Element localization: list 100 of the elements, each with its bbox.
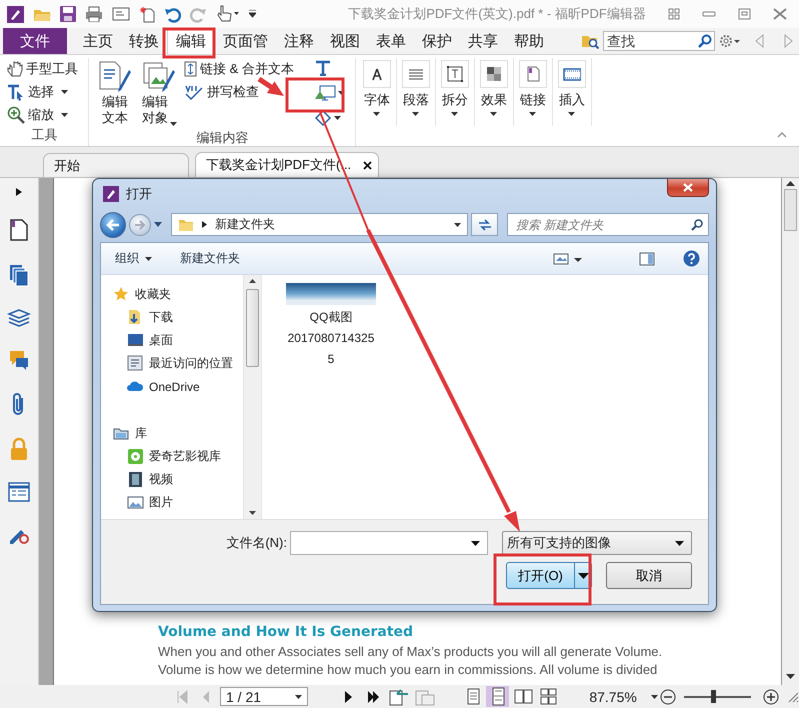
edit-text-icon bbox=[97, 60, 133, 94]
menu-tab[interactable]: 转换 bbox=[121, 28, 167, 54]
scroll-up-icon[interactable] bbox=[249, 279, 256, 283]
zoom-slider-thumb[interactable] bbox=[710, 690, 716, 702]
navigation-item[interactable]: 爱奇艺影视库 bbox=[101, 445, 221, 468]
ribbon-button[interactable]: 编辑对象 bbox=[138, 58, 180, 128]
scrollbar-thumb[interactable] bbox=[784, 189, 797, 231]
cancel-button[interactable]: 取消 bbox=[606, 562, 692, 589]
ribbon-button[interactable]: 手型工具 bbox=[5, 58, 84, 80]
desktop-icon bbox=[127, 332, 144, 349]
settings-icon[interactable] bbox=[719, 34, 741, 48]
toolbar-button[interactable]: 组织 bbox=[115, 250, 152, 267]
menu-tab[interactable]: 表单 bbox=[368, 28, 414, 54]
navigation-item[interactable]: 桌面 bbox=[101, 329, 173, 352]
file-name[interactable]: QQ截图20170807143255 bbox=[287, 307, 375, 370]
film-icon bbox=[127, 471, 144, 488]
group-label: 编辑内容 bbox=[195, 129, 250, 147]
minimize-icon[interactable] bbox=[702, 10, 716, 18]
page-icon[interactable] bbox=[9, 218, 29, 242]
app-logo-icon bbox=[7, 6, 24, 22]
ribbon-button[interactable]: 链接 & 合并文本 bbox=[182, 58, 300, 80]
menu-tab[interactable]: 页面管 bbox=[215, 28, 276, 54]
collapse-ribbon-icon[interactable] bbox=[777, 132, 787, 138]
navigation-item[interactable]: 下载 bbox=[101, 306, 173, 329]
menu-tab[interactable]: 视图 bbox=[322, 28, 368, 54]
toolbar-button[interactable]: 新建文件夹 bbox=[180, 250, 240, 267]
new-document-icon[interactable] bbox=[139, 6, 155, 22]
refresh-button[interactable] bbox=[471, 213, 498, 236]
menu-tab[interactable]: 文件 bbox=[3, 28, 67, 54]
search-field[interactable]: 搜索 新建文件夹 bbox=[507, 213, 709, 236]
document-tab[interactable]: 开始 bbox=[43, 153, 189, 177]
back-button[interactable] bbox=[100, 212, 126, 238]
forward-button[interactable] bbox=[129, 214, 151, 236]
app-logo-icon bbox=[103, 186, 119, 202]
ribbon-button[interactable]: 效果 bbox=[474, 58, 514, 126]
help-icon[interactable] bbox=[683, 250, 700, 267]
dropdown-caret-icon bbox=[471, 540, 480, 546]
previous-view-icon[interactable] bbox=[389, 688, 410, 706]
navigation-item[interactable]: 库 bbox=[101, 422, 147, 445]
refresh-icon bbox=[478, 218, 492, 230]
resize-grip-icon[interactable] bbox=[787, 690, 799, 702]
hand-pointer-icon[interactable] bbox=[216, 5, 240, 23]
window-title: 下载奖金计划PDF文件(英文).pdf * - 福昕PDF编辑器 bbox=[347, 5, 647, 23]
ribbon-button[interactable]: 段落 bbox=[396, 58, 436, 126]
page-view-button[interactable] bbox=[486, 686, 510, 707]
scroll-up-icon[interactable] bbox=[786, 181, 795, 186]
mail-icon[interactable] bbox=[112, 7, 130, 21]
maximize-icon[interactable] bbox=[738, 8, 751, 20]
menu-tab[interactable]: 注释 bbox=[276, 28, 322, 54]
ribbon-button[interactable]: 插入 bbox=[552, 58, 592, 126]
zoom-out-icon[interactable] bbox=[660, 688, 676, 704]
field-label: 文件名(N): bbox=[226, 534, 287, 552]
undo-icon[interactable] bbox=[164, 6, 181, 22]
ribbon-button[interactable]: 字体 bbox=[358, 58, 397, 126]
folder-search-icon[interactable] bbox=[581, 33, 599, 49]
navigation-item[interactable]: 图片 bbox=[101, 491, 173, 514]
ribbon-button[interactable]: 编辑文本 bbox=[94, 58, 136, 128]
file-type-dropdown[interactable]: 所有可支持的图像 bbox=[502, 531, 692, 555]
print-icon[interactable] bbox=[85, 6, 103, 22]
scroll-down-icon[interactable] bbox=[786, 674, 795, 679]
open-button[interactable]: 打开(O) bbox=[506, 562, 592, 589]
dropdown-caret-icon bbox=[578, 572, 588, 578]
history-caret-icon[interactable] bbox=[154, 222, 162, 227]
navigation-item[interactable]: 最近访问的位置 bbox=[101, 352, 233, 375]
pages-icon[interactable] bbox=[8, 263, 30, 287]
ribbon-button[interactable]: 拼写检查 bbox=[182, 81, 300, 103]
ribbon-button[interactable]: 拆分 bbox=[436, 58, 475, 126]
group-label: 工具 bbox=[30, 126, 58, 144]
ribbon-button[interactable]: 缩放 bbox=[5, 104, 84, 126]
close-button[interactable] bbox=[667, 179, 709, 197]
navigation-item[interactable]: 视频 bbox=[101, 468, 173, 491]
filename-field[interactable] bbox=[290, 531, 488, 555]
zoom-menu-icon bbox=[650, 694, 658, 698]
save-icon[interactable] bbox=[60, 6, 76, 22]
menu-tab[interactable]: 主页 bbox=[75, 28, 121, 54]
dropdown-caret-icon bbox=[454, 222, 461, 226]
ribbon-button[interactable]: 选择 bbox=[5, 81, 84, 103]
comment-icon[interactable] bbox=[8, 349, 30, 371]
navigation-item[interactable]: OneDrive bbox=[101, 375, 200, 398]
navigation-item[interactable]: 收藏夹 bbox=[101, 283, 171, 306]
view-options-icon[interactable] bbox=[553, 252, 583, 264]
menu-tab[interactable]: 共享 bbox=[460, 28, 506, 54]
last-page-icon[interactable] bbox=[367, 690, 382, 704]
layers-icon[interactable] bbox=[7, 308, 31, 328]
close-icon[interactable] bbox=[363, 160, 372, 170]
preview-pane-icon[interactable] bbox=[639, 252, 655, 266]
zoom-in-icon[interactable] bbox=[763, 688, 779, 704]
form-icon[interactable] bbox=[8, 482, 30, 502]
scrollbar-thumb[interactable] bbox=[246, 289, 259, 367]
page-number-field[interactable]: 1 / 21 bbox=[220, 687, 308, 706]
next-page-icon[interactable] bbox=[344, 690, 354, 704]
expand-panel-icon[interactable] bbox=[15, 187, 23, 197]
ribbon-button[interactable]: 链接 bbox=[514, 58, 553, 126]
address-bar[interactable]: 新建文件夹 bbox=[171, 213, 468, 236]
fullscreen-icon[interactable] bbox=[668, 8, 680, 20]
menu-tab[interactable]: 保护 bbox=[414, 28, 460, 54]
search-field[interactable]: 查找 bbox=[603, 31, 715, 51]
menu-tab[interactable]: 帮助 bbox=[506, 28, 552, 54]
scroll-down-icon[interactable] bbox=[249, 511, 256, 515]
customize-icon[interactable] bbox=[249, 10, 256, 18]
